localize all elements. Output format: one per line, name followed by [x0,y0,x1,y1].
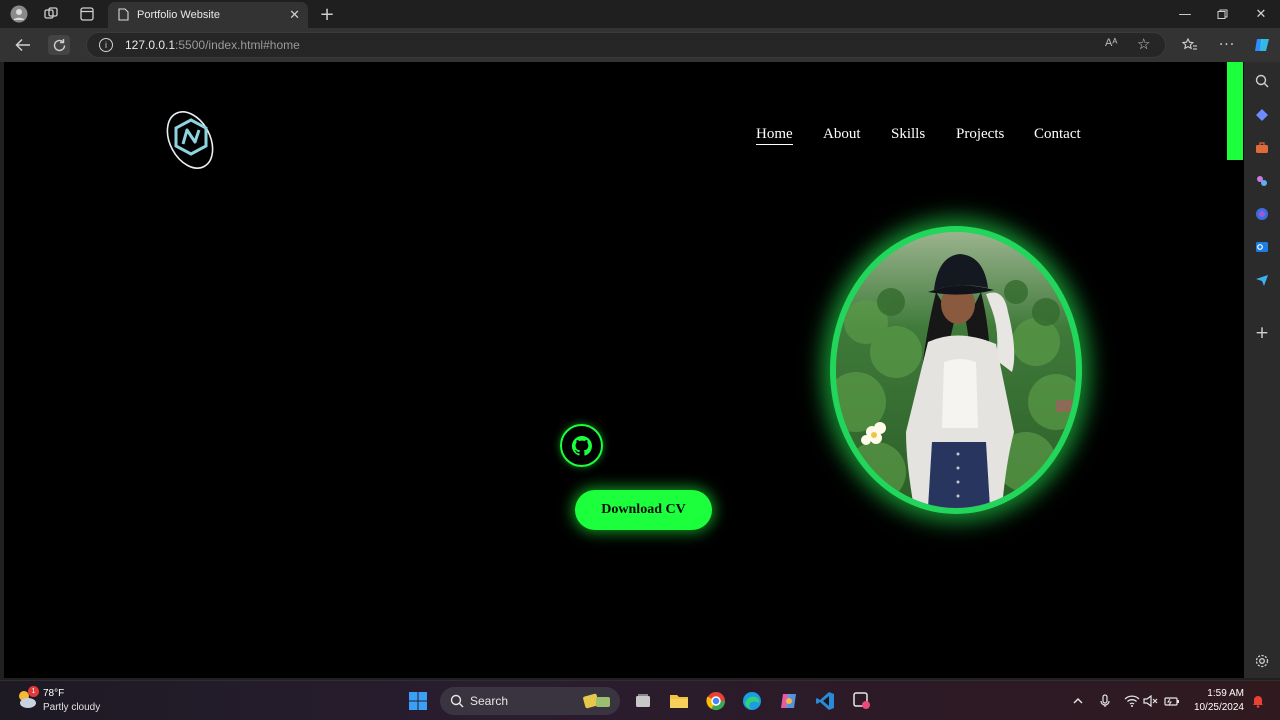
browser-tab-bar: Portfolio Website ✕ + — ✕ [0,0,1280,28]
read-aloud-icon[interactable]: Aᴬ [1105,37,1117,49]
nav-projects[interactable]: Projects [956,126,1004,143]
nav-contact[interactable]: Contact [1034,126,1081,143]
browser-toolbar: i 127.0.0.1:5500/index.html#home Aᴬ ☆ ··… [0,28,1280,62]
copilot-app-icon[interactable] [777,689,801,713]
weather-temperature[interactable]: 78°F [43,688,64,699]
github-icon [571,435,592,456]
weather-condition[interactable]: Partly cloudy [43,702,100,713]
clock-date[interactable]: 10/25/2024 [1186,702,1244,713]
microphone-icon[interactable] [1097,693,1113,709]
edge-icon[interactable] [740,689,764,713]
search-highlight-icon [583,693,610,709]
address-bar[interactable]: i 127.0.0.1:5500/index.html#home Aᴬ ☆ [86,32,1166,58]
weather-badge: 1 [28,686,39,697]
volume-muted-icon[interactable] [1143,693,1159,709]
show-hidden-icons[interactable] [1070,693,1086,709]
favorites-icon[interactable] [1179,35,1201,55]
url-text[interactable]: 127.0.0.1:5500/index.html#home [125,38,300,52]
nav-about[interactable]: About [823,126,861,143]
reload-icon[interactable] [48,35,70,55]
profile-photo [836,232,1076,508]
tab-title: Portfolio Website [137,9,220,21]
back-icon[interactable] [12,35,34,55]
snipping-tool-icon[interactable] [850,689,874,713]
windows-taskbar: 1 78°F Partly cloudy Search 1:59 AM 10/2… [0,680,1280,720]
copilot-icon[interactable] [1251,35,1273,55]
scrollbar-thumb[interactable] [1227,62,1243,160]
wifi-icon[interactable] [1124,693,1140,709]
favorite-star-icon[interactable]: ☆ [1137,35,1150,53]
search-icon[interactable] [1253,72,1271,90]
profile-photo-frame [830,226,1082,514]
brand-logo[interactable] [164,108,218,174]
start-icon[interactable] [406,689,430,713]
outlook-icon[interactable] [1253,238,1271,256]
taskbar-search[interactable]: Search [440,687,620,715]
nav-skills[interactable]: Skills [891,126,925,143]
tab-actions-icon[interactable] [78,5,96,23]
sidebar-settings-icon[interactable] [1253,652,1271,670]
minimize-icon[interactable]: — [1170,4,1200,24]
add-sidebar-icon[interactable]: + [1253,323,1271,343]
page-icon [118,6,129,25]
file-explorer-icon[interactable] [667,689,691,713]
more-options-icon[interactable]: ··· [1216,35,1238,55]
battery-icon[interactable] [1164,693,1180,709]
new-tab-icon[interactable]: + [318,4,336,25]
tab-portfolio-website[interactable]: Portfolio Website ✕ [108,2,308,28]
github-link[interactable] [560,424,603,467]
office-icon[interactable] [1253,205,1271,223]
close-window-icon[interactable]: ✕ [1246,4,1276,24]
maximize-icon[interactable] [1207,4,1237,24]
task-view-icon[interactable] [631,689,655,713]
edge-sidebar: + [1244,62,1280,678]
close-tab-icon[interactable]: ✕ [289,8,300,23]
workspaces-icon[interactable] [42,5,60,23]
nav-home[interactable]: Home [756,126,793,145]
send-icon[interactable] [1253,271,1271,289]
chrome-icon[interactable] [704,689,728,713]
collections-icon[interactable] [1253,106,1271,124]
games-icon[interactable] [1253,172,1271,190]
site-info-icon[interactable]: i [99,38,113,52]
taskbar-search-icon [450,694,464,708]
page-viewport: Home About Skills Projects Contact Downl… [4,62,1244,678]
download-cv-button[interactable]: Download CV [575,490,712,530]
vscode-icon[interactable] [813,689,837,713]
taskbar-search-label: Search [470,694,509,708]
notifications-icon[interactable] [1250,693,1266,709]
tools-icon[interactable] [1253,139,1271,157]
clock-time[interactable]: 1:59 AM [1202,688,1244,699]
profile-icon[interactable] [10,5,28,23]
